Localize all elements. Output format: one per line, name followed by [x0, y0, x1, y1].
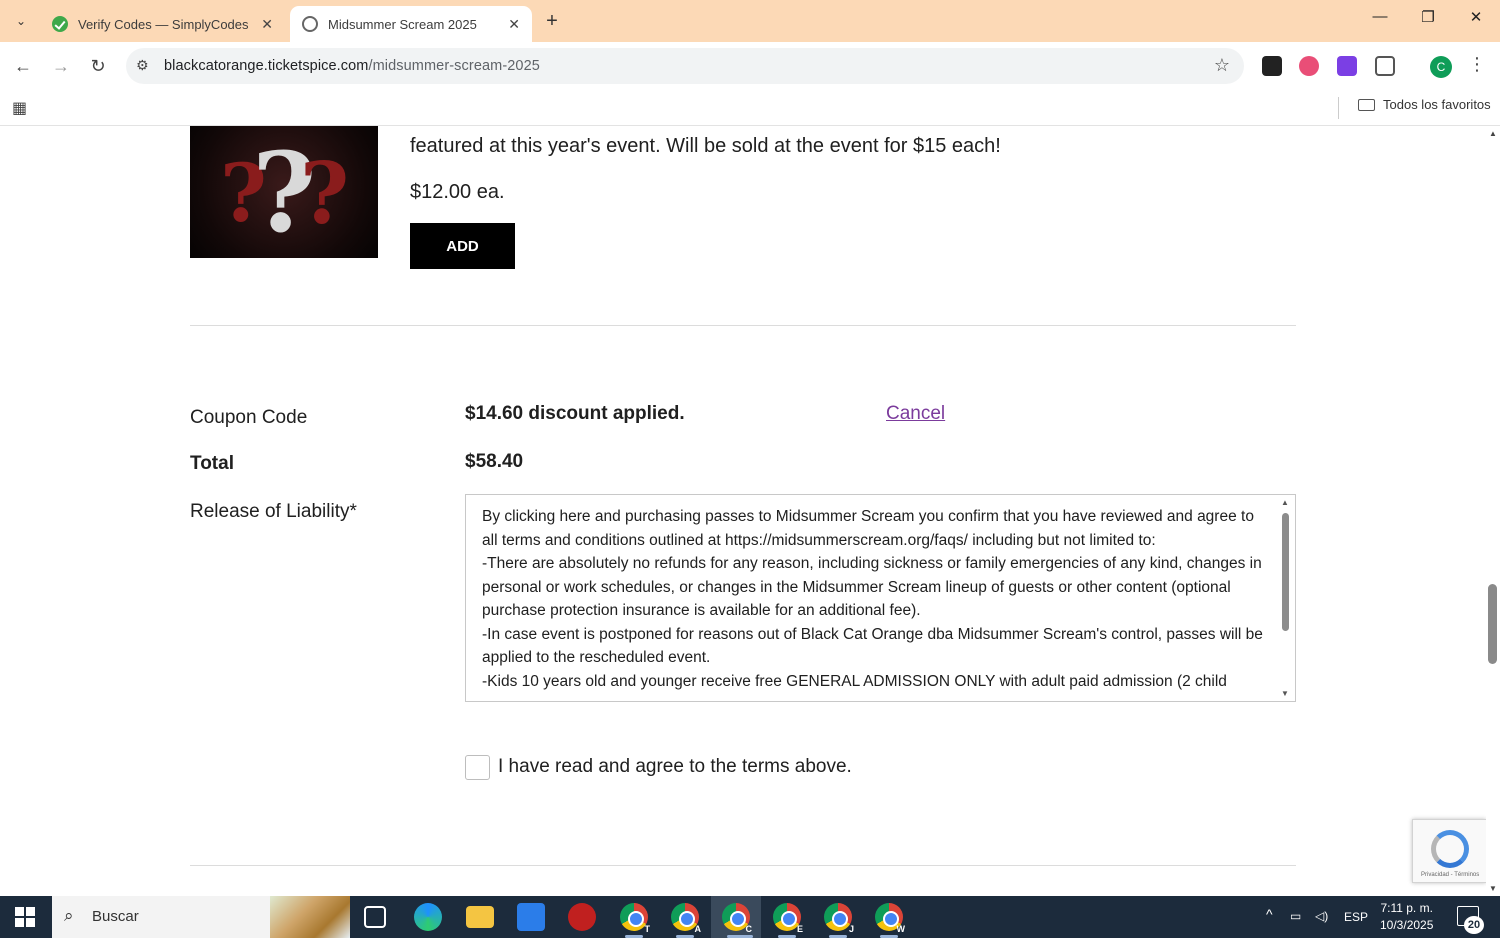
agree-terms-checkbox[interactable]: [465, 755, 490, 780]
recaptcha-privacy-terms[interactable]: Privacidad - Términos: [1421, 872, 1479, 878]
menu-dots-icon[interactable]: ⋮: [1468, 54, 1486, 75]
terms-scrollbar[interactable]: ▲ ▼: [1277, 495, 1295, 701]
close-tab-icon[interactable]: ✕: [261, 16, 273, 33]
scrollbar-thumb[interactable]: [1488, 584, 1497, 664]
back-button[interactable]: ←: [11, 54, 35, 78]
bookmarks-bar: ▦ Todos los favoritos: [0, 90, 1500, 126]
restore-button[interactable]: ❐: [1408, 8, 1448, 26]
site-info-icon[interactable]: ⚙: [136, 57, 149, 74]
chrome-profile-letter: J: [848, 924, 854, 934]
chrome-profile-letter: C: [745, 924, 753, 934]
coupon-code-label: Coupon Code: [190, 407, 308, 428]
start-button[interactable]: [0, 896, 50, 938]
taskbar-search-text: Buscar: [92, 908, 139, 925]
terms-paragraph: -There are absolutely no refunds for any…: [482, 555, 1262, 619]
scroll-down-arrow-icon[interactable]: ▼: [1489, 884, 1497, 893]
profile-avatar[interactable]: C: [1430, 56, 1452, 78]
chrome-profile-icon[interactable]: A: [671, 903, 702, 934]
bookmarks-divider: [1338, 97, 1339, 119]
add-button[interactable]: ADD: [410, 223, 515, 269]
total-value: $58.40: [465, 451, 524, 472]
cancel-coupon-link[interactable]: Cancel: [886, 403, 945, 425]
windows-taskbar: ⌕ Buscar T A C E J W ^ ▭ ◁) ESP 7:11 p. …: [0, 896, 1500, 938]
simplycodes-favicon-icon: [52, 16, 68, 32]
total-label: Total: [190, 453, 234, 474]
clock[interactable]: 7:11 p. m. 10/3/2025: [1380, 900, 1433, 934]
folder-icon: [1358, 98, 1375, 111]
release-of-liability-label: Release of Liability*: [190, 501, 357, 522]
clock-date: 10/3/2025: [1380, 918, 1434, 932]
chrome-profile-letter: T: [644, 924, 651, 934]
edge-icon[interactable]: [414, 903, 442, 931]
tab-search-button[interactable]: ⌄: [8, 8, 34, 34]
windows-logo-icon: [15, 907, 35, 927]
product-description: featured at this year's event. Will be s…: [410, 135, 1001, 157]
terms-paragraph: -Kids 10 years old and younger receive f…: [482, 672, 1227, 690]
search-icon: ⌕: [64, 906, 74, 925]
forward-button[interactable]: →: [49, 54, 73, 78]
url-text: blackcatorange.ticketspice.com/midsummer…: [164, 58, 540, 74]
terms-paragraph: -In case event is postponed for reasons …: [482, 625, 1263, 667]
notification-count-badge: 20: [1464, 916, 1484, 934]
terms-paragraph: By clicking here and purchasing passes t…: [482, 508, 1254, 549]
bookmarks-folder[interactable]: Todos los favoritos: [1358, 97, 1491, 112]
extension-icon[interactable]: [1262, 56, 1282, 76]
scroll-up-arrow-icon[interactable]: ▲: [1489, 129, 1497, 138]
scroll-down-arrow-icon[interactable]: ▼: [1281, 689, 1289, 698]
product-price: $12.00 ea.: [410, 181, 505, 203]
extension-icon[interactable]: [1299, 56, 1319, 76]
discount-applied-text: $14.60 discount applied.: [465, 403, 685, 424]
chevron-down-icon: ⌄: [15, 14, 27, 28]
app-icon[interactable]: [568, 903, 596, 931]
task-view-icon[interactable]: [364, 906, 386, 928]
chrome-profile-icon[interactable]: W: [875, 903, 906, 934]
address-bar[interactable]: ⚙ blackcatorange.ticketspice.com/midsumm…: [126, 48, 1244, 84]
chrome-profile-letter: W: [896, 924, 906, 934]
chrome-profile-icon[interactable]: C: [722, 903, 753, 934]
language-indicator[interactable]: ESP: [1344, 910, 1368, 924]
reload-button[interactable]: ↻: [86, 54, 110, 78]
divider: [190, 325, 1296, 326]
close-tab-icon[interactable]: ✕: [508, 16, 520, 33]
tab-bar: ⌄ Verify Codes — SimplyCodes ✕ Midsummer…: [0, 0, 1500, 42]
clock-time: 7:11 p. m.: [1380, 901, 1433, 915]
network-icon[interactable]: ▭: [1290, 909, 1301, 923]
chrome-profile-icon[interactable]: T: [620, 903, 651, 934]
page-content: ? ? ? featured at this year's event. Wil…: [0, 126, 1486, 896]
terms-textbox[interactable]: By clicking here and purchasing passes t…: [465, 494, 1296, 702]
close-window-button[interactable]: ✕: [1456, 8, 1496, 26]
minimize-button[interactable]: —: [1360, 8, 1400, 25]
chrome-profile-letter: A: [694, 924, 702, 934]
apps-grid-icon[interactable]: ▦: [12, 98, 27, 118]
tab-title: Midsummer Scream 2025: [328, 16, 477, 32]
extension-icon[interactable]: [1337, 56, 1357, 76]
tab-midsummer-scream[interactable]: Midsummer Scream 2025 ✕: [290, 6, 532, 42]
recaptcha-logo-icon: [1431, 830, 1469, 868]
bookmarks-folder-label: Todos los favoritos: [1383, 97, 1491, 112]
tab-simplycodes[interactable]: Verify Codes — SimplyCodes ✕: [40, 6, 285, 42]
store-icon[interactable]: [517, 903, 545, 931]
new-tab-button[interactable]: +: [540, 10, 564, 34]
globe-favicon-icon: [302, 16, 318, 32]
divider: [190, 865, 1296, 866]
terms-text: By clicking here and purchasing passes t…: [482, 505, 1272, 693]
chrome-profile-icon[interactable]: E: [773, 903, 803, 934]
page-scrollbar[interactable]: ▲ ▼: [1486, 126, 1500, 896]
scroll-up-arrow-icon[interactable]: ▲: [1281, 498, 1289, 507]
taskbar-search[interactable]: ⌕ Buscar: [52, 896, 350, 938]
product-image: ? ? ?: [190, 126, 378, 258]
tab-title: Verify Codes — SimplyCodes: [78, 16, 249, 32]
file-explorer-icon[interactable]: [466, 906, 494, 928]
chrome-profile-letter: E: [796, 924, 803, 934]
volume-icon[interactable]: ◁): [1315, 909, 1328, 923]
agree-terms-label[interactable]: I have read and agree to the terms above…: [498, 756, 852, 778]
browser-toolbar: ← → ↻ ⚙ blackcatorange.ticketspice.com/m…: [0, 42, 1500, 90]
chrome-profile-icon[interactable]: J: [824, 903, 854, 934]
recaptcha-badge[interactable]: Privacidad - Términos: [1412, 819, 1486, 883]
extensions-puzzle-icon[interactable]: [1375, 56, 1395, 76]
search-highlight-image: [270, 896, 350, 938]
scrollbar-thumb[interactable]: [1282, 513, 1289, 631]
bookmark-star-icon[interactable]: ☆: [1214, 55, 1230, 76]
chevron-up-icon[interactable]: ^: [1266, 906, 1273, 922]
